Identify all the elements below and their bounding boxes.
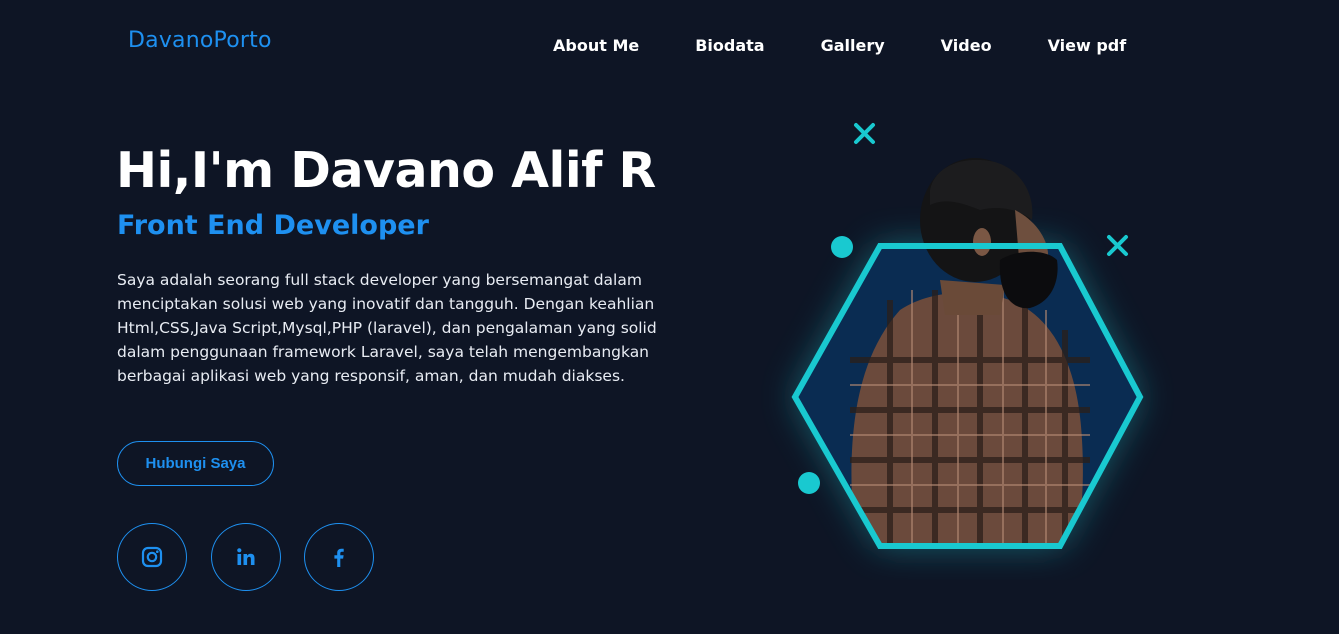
dot-decoration-top — [831, 236, 853, 258]
facebook-icon — [334, 548, 344, 567]
nav-biodata[interactable]: Biodata — [695, 36, 764, 55]
main-nav: About Me Biodata Gallery Video View pdf — [553, 36, 1182, 55]
linkedin-icon — [237, 548, 255, 565]
instagram-icon — [141, 546, 163, 568]
nav-view-pdf[interactable]: View pdf — [1048, 36, 1127, 55]
instagram-button[interactable] — [117, 523, 187, 591]
nav-gallery[interactable]: Gallery — [821, 36, 885, 55]
facebook-button[interactable] — [304, 523, 374, 591]
dot-decoration-bottom — [798, 472, 820, 494]
profile-illustration — [791, 123, 1144, 549]
cross-decoration-right — [1107, 235, 1128, 256]
cross-decoration-top — [854, 123, 875, 144]
hero-title: Hi,I'm Davano Alif R — [116, 142, 656, 199]
hero-description: Saya adalah seorang full stack developer… — [117, 271, 657, 385]
contact-button[interactable]: Hubungi Saya — [117, 441, 274, 486]
profile-photo — [850, 158, 1090, 546]
nav-about-me[interactable]: About Me — [553, 36, 639, 55]
logo-link[interactable]: DavanoPorto — [128, 28, 272, 53]
hero-subtitle: Front End Developer — [117, 210, 429, 241]
linkedin-button[interactable] — [211, 523, 281, 591]
nav-video[interactable]: Video — [941, 36, 992, 55]
